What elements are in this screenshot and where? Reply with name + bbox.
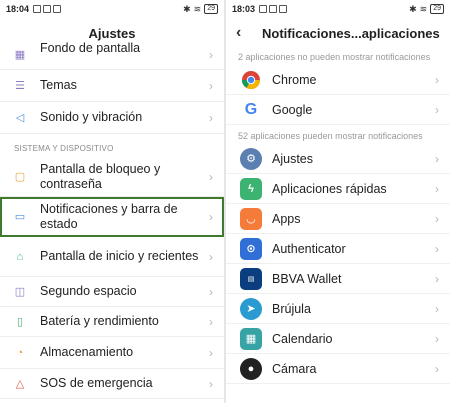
- notification-icon: [269, 5, 278, 13]
- settings-item-themes[interactable]: ☰ Temas ›: [0, 70, 224, 102]
- app-row-bbva-wallet[interactable]: ▤ BBVA Wallet ›: [226, 264, 450, 294]
- status-time: 18:04: [6, 4, 30, 14]
- settings-item-lock-screen[interactable]: ▢ Pantalla de bloqueo y contraseña ›: [0, 157, 224, 197]
- quick-apps-icon: ϟ: [240, 177, 262, 200]
- battery-icon: 29: [204, 4, 218, 14]
- app-row-camera[interactable]: ● Cámara ›: [226, 354, 450, 384]
- battery-icon: 29: [430, 4, 444, 14]
- chevron-right-icon: ›: [435, 211, 439, 226]
- chevron-right-icon: ›: [435, 271, 439, 286]
- chevron-right-icon: ›: [209, 249, 213, 264]
- chevron-right-icon: ›: [435, 102, 439, 117]
- page-title: ‹ Notificaciones...aplicaciones: [236, 24, 440, 42]
- lock-screen-icon: ▢: [14, 171, 26, 183]
- chevron-right-icon: ›: [435, 181, 439, 196]
- home-icon: ⌂: [16, 250, 24, 263]
- chevron-right-icon: ›: [435, 331, 439, 346]
- chevron-right-icon: ›: [209, 314, 213, 329]
- chevron-right-icon: ›: [435, 151, 439, 166]
- bluetooth-icon: ✱: [409, 3, 417, 14]
- chevron-right-icon: ›: [435, 301, 439, 316]
- wifi-icon: ≋: [419, 3, 428, 14]
- wallpaper-icon: ▦: [14, 49, 26, 61]
- app-row-apps[interactable]: ◡ Apps ›: [226, 204, 450, 234]
- app-row-ajustes[interactable]: ⚙ Ajustes ›: [226, 144, 450, 174]
- settings-gear-icon: ⚙: [240, 147, 262, 170]
- authenticator-icon: ⊙: [240, 237, 262, 260]
- notification-icon: [53, 5, 62, 13]
- notifications-icon: ▭: [14, 211, 26, 223]
- settings-item-notifications[interactable]: ▭ Notificaciones y barra de estado ›: [0, 197, 224, 237]
- back-arrow-icon[interactable]: ‹: [236, 24, 252, 42]
- second-space-icon: ◫: [14, 286, 26, 298]
- status-time: 18:03: [232, 4, 256, 14]
- chrome-icon: [240, 68, 262, 91]
- settings-screen: 18:04 ✱ ≋ 29 Ajustes ▦ Fondo de pantalla…: [0, 0, 224, 403]
- notification-icon: [279, 5, 288, 13]
- notification-icon: [33, 5, 42, 13]
- bluetooth-icon: ✱: [183, 3, 191, 14]
- settings-item-home-screen[interactable]: ⌂ Pantalla de inicio y recientes ›: [0, 237, 224, 277]
- status-bar: 18:03 ✱ ≋ 29: [226, 0, 450, 18]
- bbva-wallet-icon: ▤: [240, 267, 262, 290]
- settings-item-sound[interactable]: ◁ Sonido y vibración ›: [0, 102, 224, 134]
- settings-item-wallpaper[interactable]: ▦ Fondo de pantalla ›: [0, 40, 224, 70]
- chevron-right-icon: ›: [209, 110, 213, 125]
- sos-icon: △: [15, 378, 25, 390]
- chevron-right-icon: ›: [209, 47, 213, 62]
- chevron-right-icon: ›: [209, 209, 213, 224]
- themes-icon: ☰: [15, 80, 25, 92]
- notification-icon: [259, 5, 268, 13]
- chevron-right-icon: ›: [435, 361, 439, 376]
- apps-bag-icon: ◡: [240, 207, 262, 230]
- notification-icon: [43, 5, 52, 13]
- blocked-apps-note: 2 aplicaciones no pueden mostrar notific…: [238, 52, 431, 62]
- app-row-calendar[interactable]: ▦ Calendario ›: [226, 324, 450, 354]
- section-header: SISTEMA Y DISPOSITIVO: [14, 144, 114, 153]
- chevron-right-icon: ›: [209, 345, 213, 360]
- compass-icon: ➤: [240, 297, 262, 320]
- status-bar: 18:04 ✱ ≋ 29: [0, 0, 224, 18]
- app-notifications-screen: 18:03 ✱ ≋ 29 ‹ Notificaciones...aplicaci…: [226, 0, 450, 403]
- sound-icon: ◁: [15, 112, 25, 124]
- calendar-icon: ▦: [240, 327, 262, 350]
- wifi-icon: ≋: [193, 3, 202, 14]
- battery-icon: ▯: [16, 316, 24, 328]
- chevron-right-icon: ›: [209, 169, 213, 184]
- settings-item-battery[interactable]: ▯ Batería y rendimiento ›: [0, 307, 224, 337]
- chevron-right-icon: ›: [209, 376, 213, 391]
- google-icon: G: [240, 98, 262, 121]
- app-row-chrome[interactable]: Chrome ›: [226, 65, 450, 95]
- allowed-apps-note: 52 aplicaciones pueden mostrar notificac…: [238, 131, 423, 141]
- camera-icon: ●: [240, 357, 262, 380]
- chevron-right-icon: ›: [209, 284, 213, 299]
- storage-icon: ◔: [16, 346, 24, 359]
- app-row-google[interactable]: G Google ›: [226, 95, 450, 125]
- app-row-quick-apps[interactable]: ϟ Aplicaciones rápidas ›: [226, 174, 450, 204]
- chevron-right-icon: ›: [435, 241, 439, 256]
- settings-item-sos[interactable]: △ SOS de emergencia ›: [0, 369, 224, 399]
- settings-item-second-space[interactable]: ◫ Segundo espacio ›: [0, 277, 224, 307]
- app-row-compass[interactable]: ➤ Brújula ›: [226, 294, 450, 324]
- chevron-right-icon: ›: [209, 78, 213, 93]
- settings-item-storage[interactable]: ◔ Almacenamiento ›: [0, 337, 224, 369]
- app-row-authenticator[interactable]: ⊙ Authenticator ›: [226, 234, 450, 264]
- chevron-right-icon: ›: [435, 72, 439, 87]
